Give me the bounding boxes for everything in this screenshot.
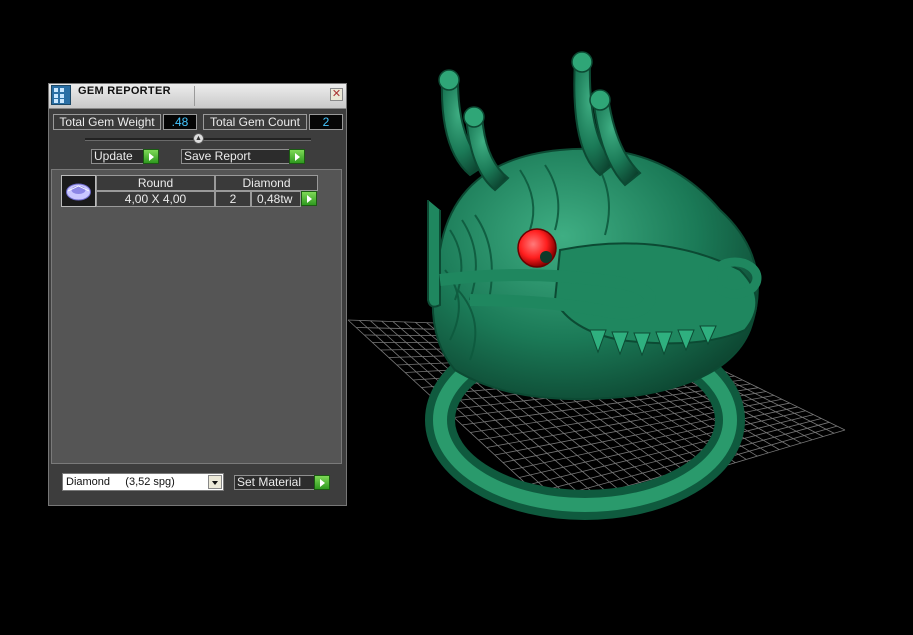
gem-reporter-panel: GEM REPORTER ✕ Total Gem Weight .48 Tota… — [48, 83, 347, 506]
close-icon[interactable]: ✕ — [330, 88, 343, 101]
total-gem-weight-value: .48 — [163, 114, 197, 130]
material-select[interactable]: Diamond (3,52 spg) — [62, 473, 224, 491]
window-title: GEM REPORTER — [78, 85, 171, 97]
dragon-ring-model[interactable] — [425, 51, 762, 520]
slider-knob-icon[interactable]: ▲ — [193, 133, 204, 144]
gem-count: 2 — [215, 191, 251, 207]
play-arrow-icon[interactable] — [289, 149, 305, 164]
update-button[interactable]: Update — [91, 149, 159, 164]
play-arrow-icon[interactable] — [143, 149, 159, 164]
red-gem-eye — [517, 228, 557, 268]
play-arrow-icon[interactable] — [314, 475, 330, 490]
title-divider — [194, 86, 195, 106]
dropdown-arrow-icon[interactable] — [208, 475, 222, 489]
play-arrow-icon[interactable] — [301, 191, 317, 206]
round-gem-icon[interactable] — [61, 175, 96, 207]
gem-shape: Round — [96, 175, 215, 191]
save-report-label: Save Report — [184, 149, 251, 163]
gem-weight: 0,48tw — [251, 191, 301, 207]
gem-material: Diamond — [215, 175, 318, 191]
set-material-label: Set Material — [237, 475, 302, 489]
update-label: Update — [94, 149, 133, 163]
app-icon — [51, 85, 71, 105]
total-gem-weight-label: Total Gem Weight — [53, 114, 161, 130]
gem-size: 4,00 X 4,00 — [96, 191, 215, 207]
gem-list[interactable]: Round Diamond 4,00 X 4,00 2 0,48tw — [51, 169, 342, 464]
set-material-button[interactable]: Set Material — [234, 475, 330, 490]
title-bar[interactable]: GEM REPORTER ✕ — [49, 84, 346, 109]
save-report-button[interactable]: Save Report — [181, 149, 305, 164]
material-select-value: Diamond (3,52 spg) — [66, 476, 175, 488]
total-gem-count-label: Total Gem Count — [203, 114, 307, 130]
total-gem-count-value: 2 — [309, 114, 343, 130]
